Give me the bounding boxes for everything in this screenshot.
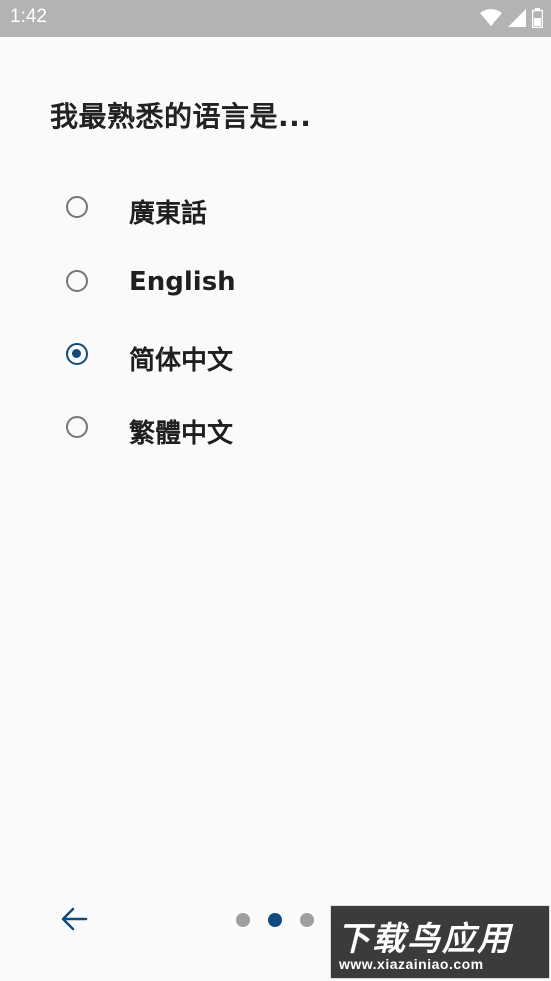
watermark-url: www.xiazainiao.com	[339, 956, 484, 972]
page-dot	[236, 913, 250, 927]
back-button[interactable]	[58, 905, 90, 937]
language-option-english[interactable]: English	[0, 253, 551, 315]
page-dot	[268, 913, 282, 927]
radio-button[interactable]	[66, 270, 88, 292]
status-time: 1:42	[10, 6, 47, 27]
status-bar: 1:42	[0, 0, 551, 37]
language-option-traditional-chinese[interactable]: 繁體中文	[0, 399, 551, 461]
watermark: 下载鸟应用 www.xiazainiao.com	[330, 905, 550, 979]
arrow-left-icon	[60, 905, 88, 937]
language-option-label: 繁體中文	[129, 419, 234, 449]
language-option-label: English	[129, 267, 236, 297]
radio-button[interactable]	[66, 196, 88, 218]
page-indicator	[236, 913, 314, 927]
language-option-cantonese[interactable]: 廣東話	[0, 179, 551, 241]
radio-button[interactable]	[66, 343, 88, 365]
battery-icon	[531, 8, 544, 32]
radio-button[interactable]	[66, 416, 88, 438]
language-option-label: 廣東話	[129, 199, 208, 229]
wifi-icon	[480, 9, 502, 31]
page-title: 我最熟悉的语言是...	[50, 100, 312, 133]
cell-signal-icon	[508, 9, 526, 31]
status-icons	[480, 8, 544, 32]
watermark-title: 下载鸟应用	[337, 919, 512, 958]
page-dot	[300, 913, 314, 927]
language-option-label: 简体中文	[129, 346, 234, 376]
language-option-simplified-chinese[interactable]: 简体中文	[0, 326, 551, 388]
